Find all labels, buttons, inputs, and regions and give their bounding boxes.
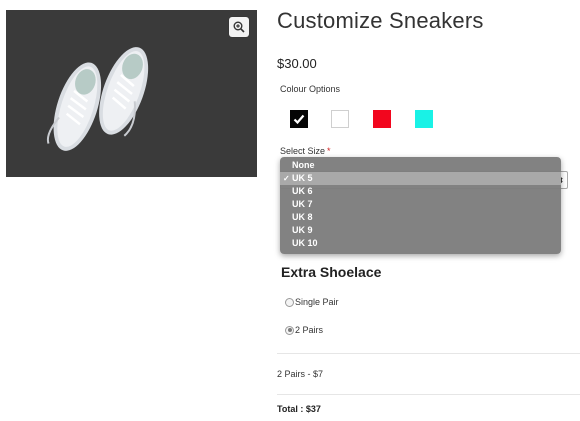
size-option-none[interactable]: None xyxy=(280,159,561,172)
divider xyxy=(277,394,580,395)
size-option-uk5[interactable]: ✓ UK 5 xyxy=(280,172,561,185)
order-total: Total : $37 xyxy=(277,404,321,414)
radio-label: 2 Pairs xyxy=(295,325,324,335)
radio-label: Single Pair xyxy=(295,297,339,307)
checkmark-icon: ✓ xyxy=(283,174,290,183)
select-size-label-text: Select Size xyxy=(280,146,326,156)
size-option-label: UK 9 xyxy=(292,225,313,235)
size-option-uk8[interactable]: UK 8 xyxy=(280,211,561,224)
colour-swatch-black[interactable] xyxy=(290,110,308,128)
size-option-uk6[interactable]: UK 6 xyxy=(280,185,561,198)
size-option-label: UK 5 xyxy=(292,173,313,183)
size-dropdown-list[interactable]: None ✓ UK 5 UK 6 UK 7 UK 8 UK 9 UK 10 xyxy=(280,157,561,254)
shoelace-option-two[interactable]: 2 Pairs xyxy=(285,324,323,336)
size-option-label: None xyxy=(292,160,315,170)
size-option-uk7[interactable]: UK 7 xyxy=(280,198,561,211)
size-option-label: UK 6 xyxy=(292,186,313,196)
radio-button[interactable] xyxy=(285,325,294,335)
colour-options-label: Colour Options xyxy=(280,84,341,94)
checkmark-icon xyxy=(293,114,305,125)
zoom-in-icon xyxy=(233,21,245,33)
divider xyxy=(277,353,580,354)
extra-shoelace-heading: Extra Shoelace xyxy=(281,264,382,280)
sneakers-illustration xyxy=(6,10,257,177)
product-image[interactable] xyxy=(6,10,257,177)
colour-swatch-white[interactable] xyxy=(331,110,349,128)
size-option-label: UK 10 xyxy=(292,238,318,248)
addon-summary: 2 Pairs - $7 xyxy=(277,369,324,379)
radio-button[interactable] xyxy=(285,297,294,307)
product-price: $30.00 xyxy=(277,56,317,71)
size-option-uk9[interactable]: UK 9 xyxy=(280,224,561,237)
colour-swatch-cyan[interactable] xyxy=(415,110,433,128)
size-option-label: UK 8 xyxy=(292,212,313,222)
zoom-button[interactable] xyxy=(229,17,249,37)
shoelace-option-single[interactable]: Single Pair xyxy=(285,296,339,308)
size-option-label: UK 7 xyxy=(292,199,313,209)
colour-swatch-red[interactable] xyxy=(373,110,391,128)
select-size-label: Select Size * xyxy=(280,146,331,156)
required-asterisk: * xyxy=(327,146,331,156)
size-option-uk10[interactable]: UK 10 xyxy=(280,237,561,250)
product-title: Customize Sneakers xyxy=(277,8,484,33)
